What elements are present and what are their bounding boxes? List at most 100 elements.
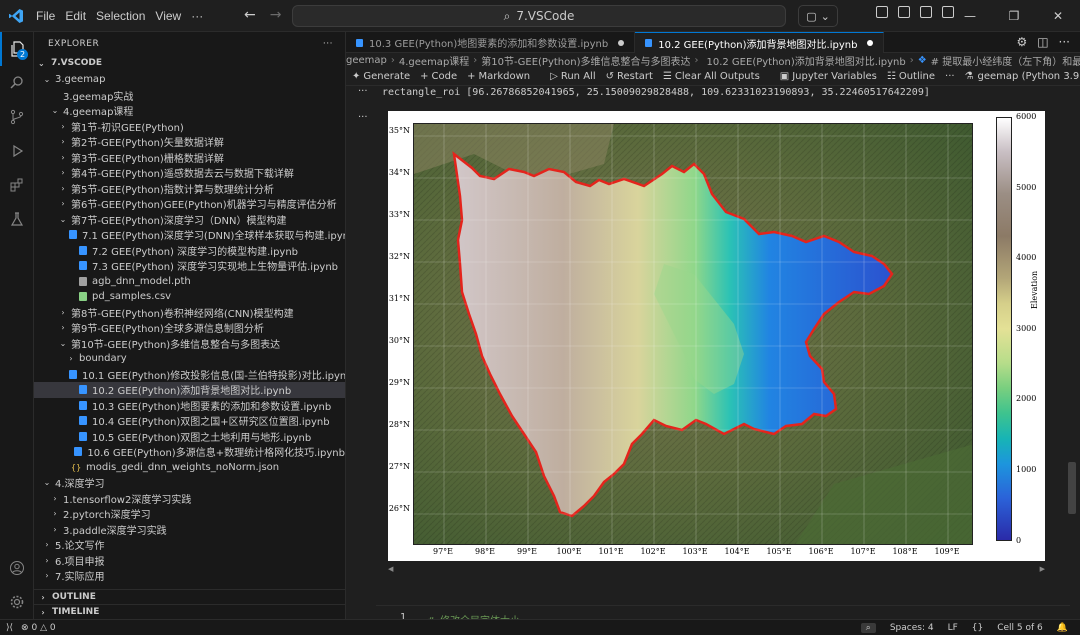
tree-item[interactable]: 10.4 GEE(Python)双图之国+区研究区位置图.ipynb <box>34 413 345 429</box>
tree-item[interactable]: 10.5 GEE(Python)双图之土地利用与地形.ipynb <box>34 429 345 445</box>
breadcrumb-item[interactable]: 第10节-GEE(Python)多维信息整合与多图表达 <box>481 53 690 68</box>
tree-item[interactable]: 7.1 GEE(Python)深度学习(DNN)全球样本获取与构建.ipynb <box>34 227 345 243</box>
output-more-icon[interactable]: ··· <box>358 86 368 97</box>
tree-item[interactable]: 3.geemap实战 <box>34 88 345 104</box>
tree-item[interactable]: 10.6 GEE(Python)多源信息+数理统计格网化技巧.ipynb <box>34 444 345 460</box>
tree-item[interactable]: ⌄ 4.深度学习 <box>34 475 345 491</box>
tree-item[interactable]: 10.1 GEE(Python)修改投影信息(国-兰伯特投影)对比.ipynb <box>34 367 345 383</box>
workspace-root[interactable]: ⌄ 7.VSCODE <box>34 54 345 72</box>
command-center-search[interactable]: ⌕ 7.VSCode <box>292 5 786 27</box>
breadcrumb-item[interactable]: 10.2 GEE(Python)添加背景地图对比.ipynb <box>706 53 905 68</box>
split-editor-icon[interactable]: ◫ <box>1037 35 1048 49</box>
json-file-icon: {} <box>71 462 82 472</box>
y-tick-label: 33°N <box>388 210 410 219</box>
menu-file[interactable]: File <box>32 7 59 25</box>
output-scrollbar[interactable]: ◀ ▶ <box>388 565 1045 573</box>
minimize-icon[interactable]: — <box>948 0 992 32</box>
menu-selection[interactable]: Selection <box>92 7 149 25</box>
generate-button[interactable]: ✦ Generate <box>352 71 410 82</box>
tree-item[interactable]: › 第2节-GEE(Python)矢量数据详解 <box>34 134 345 150</box>
tab-10-3[interactable]: 10.3 GEE(Python)地图要素的添加和参数设置.ipynb <box>346 32 636 53</box>
jupyter-variables-button[interactable]: ▣ Jupyter Variables <box>780 71 877 82</box>
run-debug-icon[interactable] <box>0 134 34 168</box>
toolbar-more-button[interactable]: ··· <box>945 71 955 82</box>
search-icon[interactable] <box>0 66 34 100</box>
cell-position-status[interactable]: Cell 5 of 6 <box>997 623 1043 633</box>
tree-item[interactable]: agb_dnn_model.pth <box>34 274 345 290</box>
source-control-icon[interactable] <box>0 100 34 134</box>
breadcrumb-item[interactable]: # 提取最小经纬度（左下角）和最大经纬度（右上角） <box>931 53 1080 68</box>
scroll-right-icon[interactable]: ▶ <box>1040 565 1045 573</box>
toggle-sidebar-icon[interactable] <box>898 6 910 18</box>
tree-item[interactable]: 7.3 GEE(Python) 深度学习实现地上生物量评估.ipynb <box>34 258 345 274</box>
braces-icon[interactable]: {} <box>972 623 983 633</box>
editor-vertical-scrollbar[interactable] <box>1068 462 1076 514</box>
account-icon[interactable] <box>0 551 34 585</box>
tree-item[interactable]: › 第6节-GEE(Python)GEE(Python)机器学习与精度评估分析 <box>34 196 345 212</box>
close-icon[interactable]: ✕ <box>1036 0 1080 32</box>
tree-item[interactable]: 10.2 GEE(Python)添加背景地图对比.ipynb <box>34 382 345 398</box>
tree-item[interactable]: › 第4节-GEE(Python)遥感数据去云与数据下载详解 <box>34 165 345 181</box>
tree-item[interactable]: › 第8节-GEE(Python)卷积神经网络(CNN)模型构建 <box>34 305 345 321</box>
tree-item[interactable]: › 5.论文写作 <box>34 537 345 553</box>
restore-icon[interactable]: ❐ <box>992 0 1036 32</box>
chevron-right-icon: › <box>61 168 65 178</box>
notifications-bell-icon[interactable]: 🔔 <box>1057 623 1068 633</box>
tree-item[interactable]: › 1.tensorflow2深度学习实践 <box>34 491 345 507</box>
add-markdown-button[interactable]: + Markdown <box>467 71 530 82</box>
tree-item[interactable]: ⌄ 第10节-GEE(Python)多维信息整合与多图表达 <box>34 336 345 352</box>
breadcrumb-item[interactable]: 4.geemap课程 <box>399 53 469 68</box>
kernel-picker[interactable]: ⚗geemap (Python 3.9.23) <box>965 71 1080 82</box>
unsaved-dot-icon[interactable] <box>867 40 874 46</box>
menu-more[interactable]: ··· <box>187 7 207 25</box>
tree-item[interactable]: › 第3节-GEE(Python)栅格数据详解 <box>34 150 345 166</box>
clear-outputs-button[interactable]: ☰ Clear All Outputs <box>663 71 760 82</box>
tree-item[interactable]: pd_samples.csv <box>34 289 345 305</box>
timeline-section[interactable]: › TIMELINE <box>34 604 345 619</box>
menu-edit[interactable]: Edit <box>61 7 90 25</box>
menu-view[interactable]: View <box>151 7 185 25</box>
run-all-button[interactable]: ▷ Run All <box>550 71 595 82</box>
chat-button[interactable]: ▢ ⌄ <box>798 5 838 27</box>
forward-arrow-icon[interactable]: → <box>270 7 282 23</box>
tree-item[interactable]: › 第9节-GEE(Python)全球多源信息制图分析 <box>34 320 345 336</box>
unsaved-dot-icon[interactable] <box>618 39 625 46</box>
indentation-status[interactable]: Spaces: 4 <box>890 623 934 633</box>
add-code-button[interactable]: + Code <box>420 71 457 82</box>
gear-icon[interactable] <box>0 585 34 619</box>
outline-section[interactable]: › OUTLINE <box>34 589 345 604</box>
explorer-icon[interactable]: 2 <box>0 32 34 66</box>
back-arrow-icon[interactable]: ← <box>244 7 256 23</box>
layout-panel-icon[interactable] <box>876 6 888 18</box>
tree-item[interactable]: › boundary <box>34 351 345 367</box>
zoom-icon[interactable]: ⌕ <box>860 622 876 633</box>
tree-item[interactable]: ⌄ 4.geemap课程 <box>34 103 345 119</box>
remote-icon[interactable]: ⟩⟨ <box>6 623 13 633</box>
tree-item[interactable]: › 2.pytorch深度学习 <box>34 506 345 522</box>
tree-item[interactable]: ⌄ 第7节-GEE(Python)深度学习（DNN）模型构建 <box>34 212 345 228</box>
tree-item[interactable]: › 7.实际应用 <box>34 568 345 584</box>
eol-status[interactable]: LF <box>948 623 958 633</box>
tree-item[interactable]: › 6.项目申报 <box>34 553 345 569</box>
chevron-down-icon: ⌄ <box>820 9 830 23</box>
breadcrumb-item[interactable]: geemap <box>346 55 387 66</box>
more-actions-icon[interactable]: ··· <box>1059 35 1070 49</box>
tab-10-2[interactable]: 10.2 GEE(Python)添加背景地图对比.ipynb <box>635 32 885 53</box>
extensions-icon[interactable] <box>0 168 34 202</box>
problems-indicator[interactable]: ⊗ 0 △ 0 <box>21 623 56 633</box>
tree-item[interactable]: 7.2 GEE(Python) 深度学习的模型构建.ipynb <box>34 243 345 259</box>
testing-flask-icon[interactable] <box>0 202 34 236</box>
gear-icon[interactable]: ⚙ <box>1016 35 1027 49</box>
toggle-panel-icon[interactable] <box>920 6 932 18</box>
outline-button[interactable]: ☷ Outline <box>887 71 935 82</box>
more-actions-icon[interactable]: ··· <box>323 39 333 49</box>
tree-item[interactable]: {} modis_gedi_dnn_weights_noNorm.json <box>34 460 345 476</box>
tree-item[interactable]: › 第1节-初识GEE(Python) <box>34 119 345 135</box>
tree-item[interactable]: ⌄ 3.geemap <box>34 72 345 88</box>
tree-item[interactable]: › 3.paddle深度学习实践 <box>34 522 345 538</box>
tree-item[interactable]: 10.3 GEE(Python)地图要素的添加和参数设置.ipynb <box>34 398 345 414</box>
restart-button[interactable]: ↺ Restart <box>606 71 653 82</box>
output-more-icon[interactable]: ··· <box>358 112 368 123</box>
scroll-left-icon[interactable]: ◀ <box>388 565 393 573</box>
tree-item[interactable]: › 第5节-GEE(Python)指数计算与数理统计分析 <box>34 181 345 197</box>
